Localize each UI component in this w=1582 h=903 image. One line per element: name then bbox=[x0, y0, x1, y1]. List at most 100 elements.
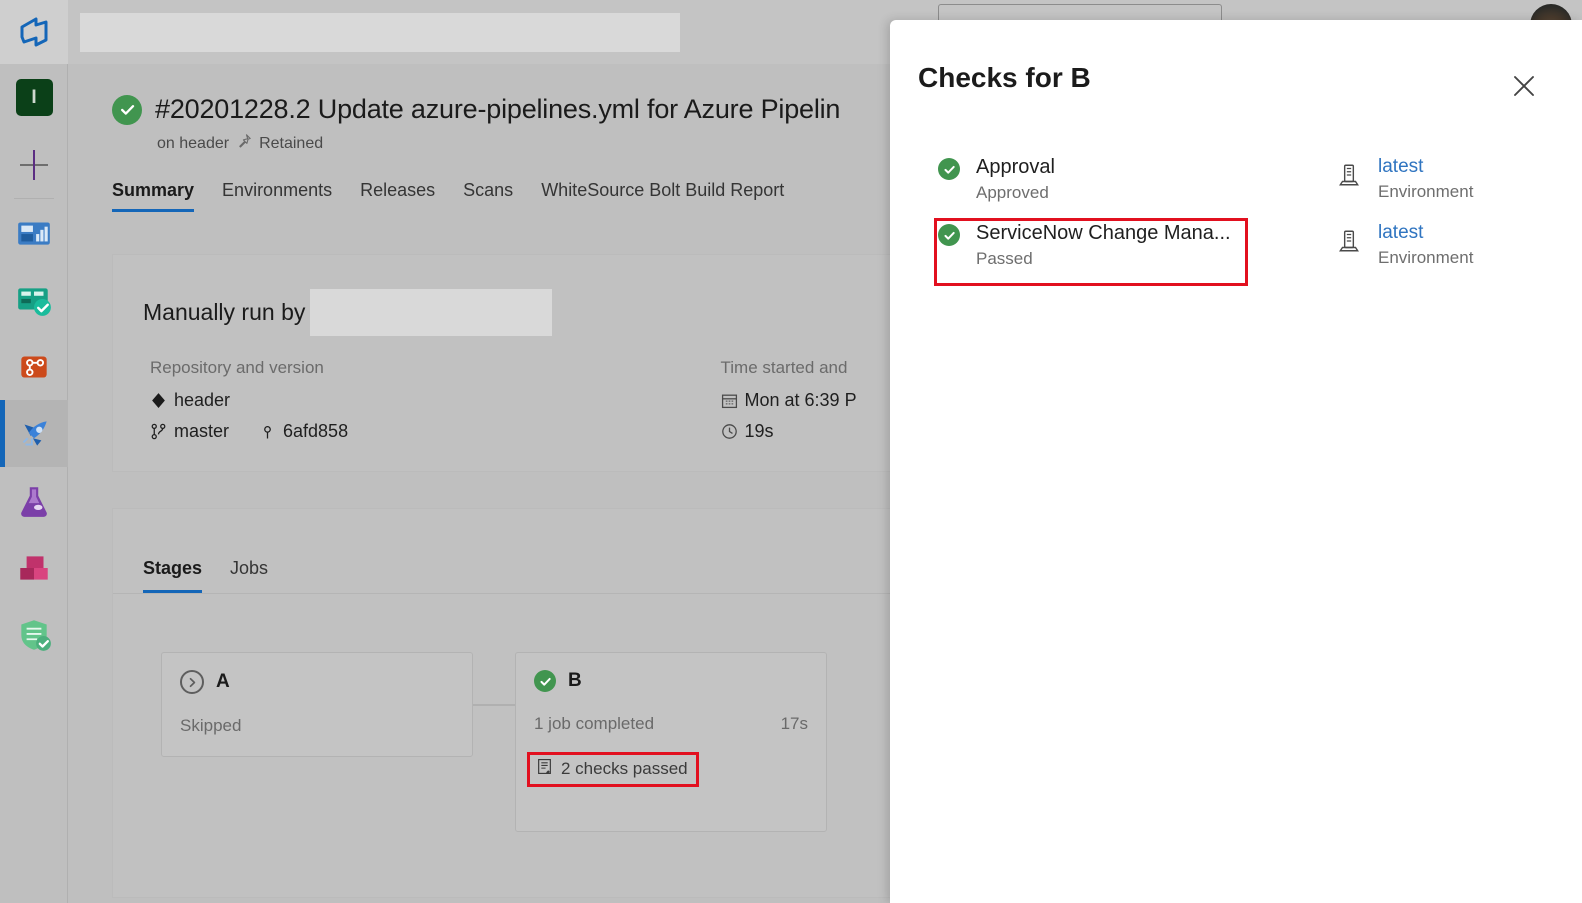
screenshot-root: I #20201228.2 Update azure-pipelines.yml… bbox=[0, 0, 1582, 903]
success-check-icon bbox=[112, 94, 142, 125]
environment-sublabel: Environment bbox=[1378, 181, 1474, 201]
tab-scans[interactable]: Scans bbox=[449, 180, 527, 212]
tab-stages[interactable]: Stages bbox=[143, 558, 216, 593]
check-status: Passed bbox=[976, 249, 1033, 268]
tab-label: Stages bbox=[143, 558, 203, 578]
test-plans-flask-icon bbox=[15, 482, 53, 520]
commit-sha[interactable]: 6afd858 bbox=[283, 421, 348, 442]
stage-name: B bbox=[568, 670, 582, 691]
tab-label: Environments bbox=[222, 180, 333, 200]
clock-icon bbox=[721, 423, 738, 440]
manually-run-by-value bbox=[310, 289, 553, 336]
boards-icon bbox=[15, 281, 53, 319]
tab-jobs[interactable]: Jobs bbox=[216, 558, 282, 593]
tab-label: Releases bbox=[360, 180, 436, 200]
repository-and-version-column: Repository and version header master 6af… bbox=[150, 358, 721, 452]
checks-clipboard-icon bbox=[536, 758, 553, 780]
pipelines-rocket-icon bbox=[15, 415, 53, 453]
success-check-icon bbox=[534, 670, 556, 692]
repository-line: header bbox=[150, 390, 721, 411]
run-branch-text: on header bbox=[157, 134, 230, 152]
stage-meta-row: Skipped bbox=[180, 716, 454, 736]
stage-name: A bbox=[216, 671, 230, 692]
check-name: ServiceNow Change Mana... bbox=[976, 222, 1231, 244]
branch-name[interactable]: master bbox=[174, 421, 229, 442]
sidebar-item-overview[interactable] bbox=[0, 199, 68, 266]
global-search-input[interactable] bbox=[80, 13, 680, 52]
sidebar-item-artifacts[interactable] bbox=[0, 534, 68, 601]
check-target: latest Environment bbox=[1336, 221, 1473, 268]
stage-meta-row: 1 job completed 17s bbox=[534, 714, 808, 734]
plus-icon bbox=[18, 149, 50, 181]
check-main: Approval Approved bbox=[938, 155, 1308, 203]
tab-releases[interactable]: Releases bbox=[346, 180, 449, 212]
sidebar-item-new[interactable] bbox=[0, 131, 68, 198]
project-initial-label: I bbox=[31, 86, 37, 108]
stage-status-text: Skipped bbox=[180, 716, 242, 735]
page-title: #20201228.2 Update azure-pipelines.yml f… bbox=[155, 94, 841, 124]
environment-link[interactable]: latest bbox=[1378, 221, 1473, 245]
artifacts-boxes-icon bbox=[15, 549, 53, 587]
sidebar-item-repos[interactable] bbox=[0, 333, 68, 400]
tab-label: Scans bbox=[463, 180, 514, 200]
retained-label: Retained bbox=[259, 134, 324, 152]
run-subtitle-row: on header Retained bbox=[157, 133, 840, 154]
check-name: Approval bbox=[976, 156, 1055, 178]
stage-duration: 17s bbox=[780, 714, 808, 733]
success-check-icon bbox=[938, 158, 960, 180]
sidebar-item-security[interactable] bbox=[0, 601, 68, 668]
stage-status-text: 1 job completed bbox=[534, 714, 655, 733]
manually-run-by-label: Manually run by bbox=[143, 299, 306, 325]
azure-devops-logo-icon bbox=[17, 15, 51, 49]
repos-branch-icon bbox=[15, 348, 53, 386]
project-initial-tile: I bbox=[15, 79, 53, 116]
check-row[interactable]: Approval Approved latest Environment bbox=[890, 148, 1582, 214]
tab-summary[interactable]: Summary bbox=[112, 180, 208, 212]
stage-title-row: A bbox=[180, 670, 454, 694]
check-main: ServiceNow Change Mana... Passed bbox=[938, 221, 1308, 269]
check-row[interactable]: ServiceNow Change Mana... Passed latest bbox=[890, 214, 1582, 286]
sidebar-item-test-plans[interactable] bbox=[0, 467, 68, 534]
stage-title-row: B bbox=[534, 670, 808, 692]
check-status: Approved bbox=[976, 183, 1049, 202]
overview-dashboard-icon bbox=[15, 214, 53, 252]
sidebar-item-boards[interactable] bbox=[0, 266, 68, 333]
sidebar-item-pipelines[interactable] bbox=[0, 400, 68, 467]
checks-list: Approval Approved latest Environment Ser… bbox=[890, 148, 1582, 286]
pin-icon bbox=[236, 133, 252, 154]
commit-icon bbox=[259, 423, 276, 440]
sidebar-item-project[interactable]: I bbox=[0, 64, 68, 131]
panel-title: Checks for B bbox=[918, 62, 1091, 93]
tab-label: Jobs bbox=[230, 558, 269, 578]
tab-label: Summary bbox=[112, 180, 195, 200]
check-texts: ServiceNow Change Mana... Passed bbox=[976, 221, 1231, 269]
environment-link[interactable]: latest bbox=[1378, 155, 1473, 179]
duration-value: 19s bbox=[744, 421, 774, 441]
check-target-texts: latest Environment bbox=[1378, 155, 1473, 202]
branch-and-commit-line: master 6afd858 bbox=[150, 421, 721, 442]
azure-devops-logo-cell[interactable] bbox=[0, 0, 68, 64]
started-time: Mon at 6:39 P bbox=[744, 390, 857, 410]
environment-sublabel: Environment bbox=[1378, 247, 1474, 267]
tab-whitesource-bolt-build-report[interactable]: WhiteSource Bolt Build Report bbox=[527, 180, 798, 212]
environment-server-icon bbox=[1336, 158, 1362, 188]
environment-server-icon bbox=[1336, 224, 1362, 254]
left-nav-rail: I bbox=[0, 64, 68, 903]
tab-environments[interactable]: Environments bbox=[208, 180, 346, 212]
repository-icon bbox=[150, 392, 167, 409]
column-heading: Repository and version bbox=[150, 358, 324, 377]
close-icon[interactable] bbox=[1508, 70, 1540, 102]
checks-panel: Checks for B Approval Approved latest En… bbox=[890, 20, 1582, 903]
calendar-icon bbox=[721, 392, 738, 409]
run-tabs: Summary Environments Releases Scans Whit… bbox=[112, 180, 798, 212]
stage-card-a[interactable]: A Skipped bbox=[161, 652, 473, 757]
repository-name[interactable]: header bbox=[174, 390, 230, 411]
checks-passed-button[interactable]: 2 checks passed bbox=[527, 752, 699, 787]
run-title-row: #20201228.2 Update azure-pipelines.yml f… bbox=[112, 94, 840, 125]
check-texts: Approval Approved bbox=[976, 155, 1055, 203]
check-target: latest Environment bbox=[1336, 155, 1473, 202]
check-target-texts: latest Environment bbox=[1378, 221, 1473, 268]
run-header: #20201228.2 Update azure-pipelines.yml f… bbox=[112, 94, 840, 154]
stage-card-b[interactable]: B 1 job completed 17s 2 checks passed bbox=[515, 652, 827, 832]
skipped-chevron-circle-icon bbox=[180, 670, 204, 694]
